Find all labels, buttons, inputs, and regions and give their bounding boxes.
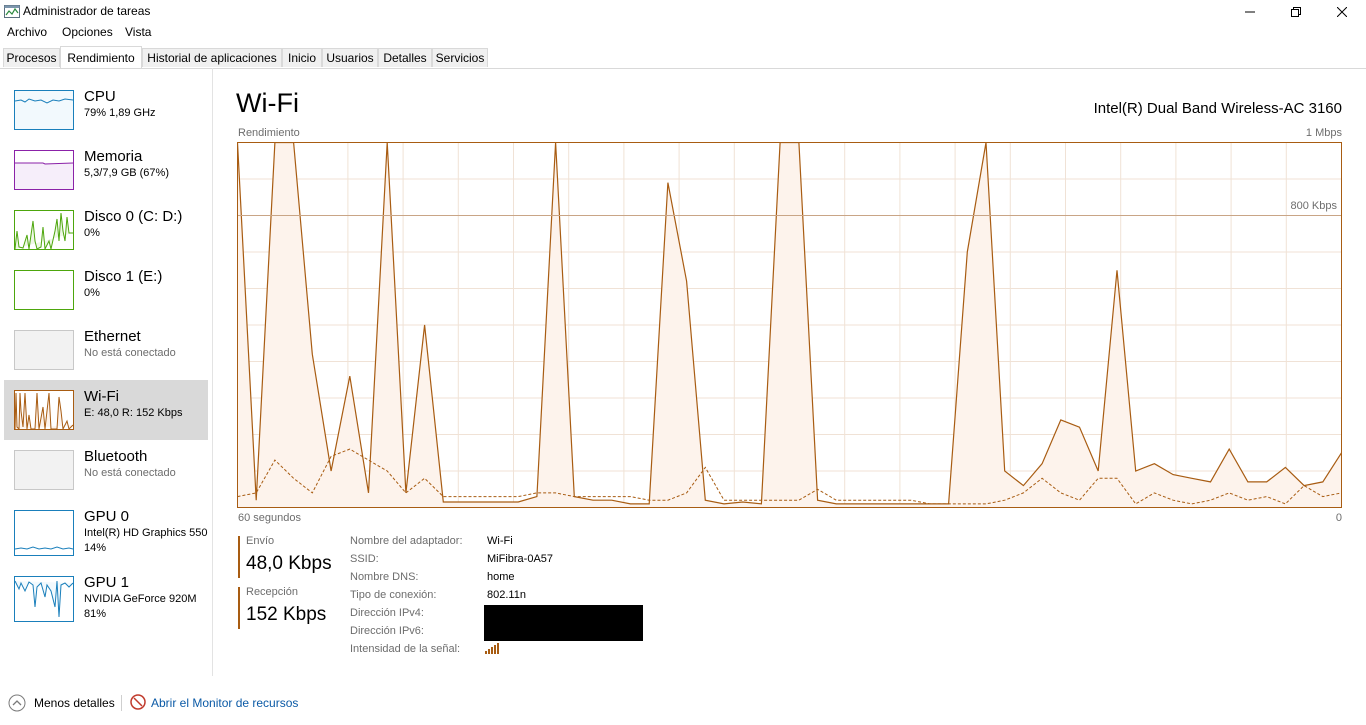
sidebar-sub: 0% <box>84 227 100 239</box>
disk0-mini-graph <box>15 212 73 249</box>
gpu1-thumbnail <box>14 576 74 622</box>
chevron-up-circle-icon[interactable] <box>8 694 26 712</box>
prop-key: Dirección IPv4: <box>350 607 424 619</box>
open-resource-monitor-link[interactable]: Abrir el Monitor de recursos <box>151 696 298 710</box>
tab-procesos[interactable]: Procesos <box>3 48 60 67</box>
less-details-button[interactable]: Menos detalles <box>34 696 115 710</box>
sidebar-sub: 5,3/7,9 GB (67%) <box>84 167 169 179</box>
sidebar-title: Memoria <box>84 148 143 165</box>
tab-inicio[interactable]: Inicio <box>282 48 322 67</box>
menu-archivo[interactable]: Archivo <box>7 25 47 39</box>
sidebar-sub: NVIDIA GeForce 920M <box>84 593 197 605</box>
send-value: 48,0 Kbps <box>246 553 332 574</box>
sidebar-sub: 79% 1,89 GHz <box>84 107 156 119</box>
minimize-button[interactable] <box>1227 0 1273 24</box>
sidebar-sub2: 81% <box>84 608 107 620</box>
tab-detalles[interactable]: Detalles <box>378 48 432 67</box>
chart-max-label: 1 Mbps <box>1305 127 1342 139</box>
sidebar-title: Ethernet <box>84 328 141 345</box>
wifi-thumbnail <box>14 390 74 430</box>
sidebar-sub: No está conectado <box>84 347 176 359</box>
menu-opciones[interactable]: Opciones <box>62 25 113 39</box>
sidebar-item-cpu[interactable]: CPU 79% 1,89 GHz <box>4 80 208 140</box>
redacted-ip-block <box>484 605 643 641</box>
prop-value: home <box>487 571 515 583</box>
sidebar-item-disco0[interactable]: Disco 0 (C: D:) 0% <box>4 200 208 260</box>
ethernet-thumbnail <box>14 330 74 370</box>
gpu0-mini-graph <box>15 546 73 550</box>
prop-key: Intensidad de la señal: <box>350 643 461 655</box>
adapter-name: Intel(R) Dual Band Wireless-AC 3160 <box>1093 100 1342 117</box>
gridline-label: 800 Kbps <box>1290 200 1337 212</box>
xaxis-left-label: 60 segundos <box>238 512 301 524</box>
sidebar-title: Bluetooth <box>84 448 148 465</box>
sidebar-item-ethernet[interactable]: Ethernet No está conectado <box>4 320 208 380</box>
prop-key: Nombre del adaptador: <box>350 535 463 547</box>
footer: Menos detalles Abrir el Monitor de recur… <box>0 685 1366 725</box>
sidebar-title: CPU <box>84 88 116 105</box>
gpu0-thumbnail <box>14 510 74 556</box>
sidebar-sub: 0% <box>84 287 100 299</box>
menu-vista[interactable]: Vista <box>125 25 151 39</box>
sidebar-item-gpu0[interactable]: GPU 0 Intel(R) HD Graphics 5500 14% <box>4 500 208 566</box>
footer-divider <box>121 695 122 711</box>
prop-key: Nombre DNS: <box>350 571 419 583</box>
restore-icon <box>1291 7 1301 17</box>
memory-mini-graph <box>15 162 73 189</box>
recv-indicator <box>238 587 240 629</box>
recv-value: 152 Kbps <box>246 604 327 625</box>
sidebar-title: Disco 0 (C: D:) <box>84 208 183 225</box>
sidebar-item-disco1[interactable]: Disco 1 (E:) 0% <box>4 260 208 320</box>
tab-rendimiento[interactable]: Rendimiento <box>60 46 142 68</box>
prop-value: MiFibra-0A57 <box>487 553 554 565</box>
close-button[interactable] <box>1319 0 1365 24</box>
tab-servicios[interactable]: Servicios <box>432 48 488 67</box>
sidebar-sub2: 14% <box>84 542 107 554</box>
send-indicator <box>238 536 240 578</box>
restore-button[interactable] <box>1273 0 1319 24</box>
sidebar-sub: Intel(R) HD Graphics 5500 <box>84 527 208 539</box>
sidebar-item-gpu1[interactable]: GPU 1 NVIDIA GeForce 920M 81% <box>4 566 208 632</box>
recv-label: Recepción <box>246 586 298 598</box>
xaxis-right-label: 0 <box>1335 512 1342 524</box>
memory-thumbnail <box>14 150 74 190</box>
prop-key: Dirección IPv6: <box>350 625 424 637</box>
sidebar-sub: No está conectado <box>84 467 176 479</box>
sidebar-sub: E: 48,0 R: 152 Kbps <box>84 407 183 419</box>
bluetooth-thumbnail <box>14 450 74 490</box>
title-bar: Administrador de tareas <box>0 0 1366 24</box>
chart-label-throughput: Rendimiento <box>238 127 300 139</box>
sidebar-title: GPU 0 <box>84 508 130 525</box>
disk1-thumbnail <box>14 270 74 310</box>
page-title: Wi-Fi <box>236 88 299 118</box>
window-title: Administrador de tareas <box>23 4 151 18</box>
sidebar-item-bluetooth[interactable]: Bluetooth No está conectado <box>4 440 208 500</box>
signal-strength-icon <box>485 643 499 654</box>
sidebar-title: GPU 1 <box>84 574 130 591</box>
cpu-mini-graph <box>15 91 73 129</box>
resource-monitor-icon[interactable] <box>130 694 146 710</box>
prop-value: 802.11n <box>487 589 526 601</box>
sidebar-title: Disco 1 (E:) <box>84 268 163 285</box>
prop-key: Tipo de conexión: <box>350 589 437 601</box>
gpu1-mini-graph <box>15 580 73 618</box>
send-label: Envío <box>246 535 275 547</box>
minimize-icon <box>1245 11 1255 13</box>
throughput-chart <box>237 142 1342 508</box>
task-manager-icon <box>4 5 20 18</box>
tab-historial[interactable]: Historial de aplicaciones <box>142 48 282 67</box>
disk0-thumbnail <box>14 210 74 250</box>
sidebar-item-wifi[interactable]: Wi-Fi E: 48,0 R: 152 Kbps <box>4 380 208 440</box>
close-icon <box>1337 7 1347 17</box>
prop-value: Wi-Fi <box>487 535 513 547</box>
prop-key: SSID: <box>350 553 379 565</box>
tab-usuarios[interactable]: Usuarios <box>322 48 378 67</box>
wifi-mini-graph <box>15 392 73 429</box>
sidebar-item-memoria[interactable]: Memoria 5,3/7,9 GB (67%) <box>4 140 208 200</box>
sidebar-title: Wi-Fi <box>84 388 119 405</box>
cpu-thumbnail <box>14 90 74 130</box>
